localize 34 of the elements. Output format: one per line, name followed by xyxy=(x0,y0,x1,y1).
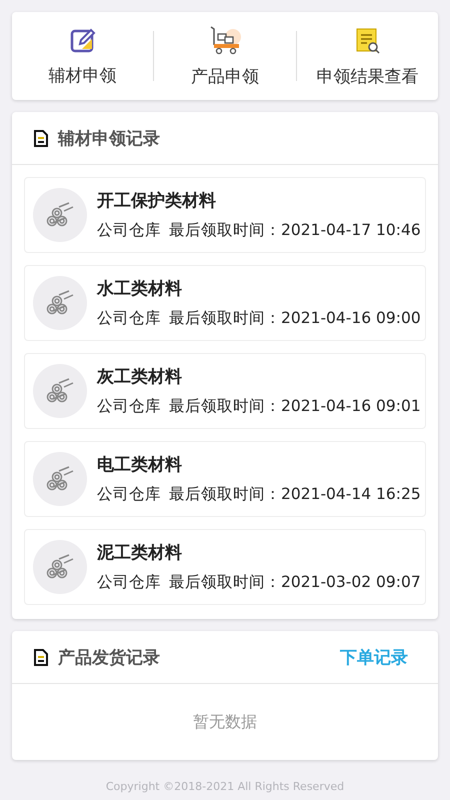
last-time-label: 最后领取时间：2021-03-02 09:07 xyxy=(169,572,421,593)
material-name: 灰工类材料 xyxy=(97,366,183,388)
record-item[interactable]: 灰工类材料 公司仓库 最后领取时间：2021-04-16 09:01 xyxy=(24,353,426,429)
material-name: 水工类材料 xyxy=(97,278,183,300)
warehouse-label: 公司仓库 xyxy=(97,572,161,593)
warehouse-label: 公司仓库 xyxy=(97,220,161,241)
section-title: 辅材申领记录 xyxy=(58,128,161,150)
last-time-label: 最后领取时间：2021-04-17 10:46 xyxy=(169,220,421,241)
material-name: 开工保护类材料 xyxy=(97,190,217,212)
record-item[interactable]: 水工类材料 公司仓库 最后领取时间：2021-04-16 09:00 xyxy=(24,265,426,341)
record-item[interactable]: 泥工类材料 公司仓库 最后领取时间：2021-03-02 09:07 xyxy=(24,529,426,605)
document-icon xyxy=(34,130,48,146)
action-button[interactable]: 产品申领 xyxy=(154,24,296,88)
copyright-text: Copyright ©2018-2021 All Rights Reserved xyxy=(104,780,346,793)
warehouse-label: 公司仓库 xyxy=(97,396,161,417)
pipes-icon xyxy=(45,201,75,229)
last-time-label: 最后领取时间：2021-04-14 16:25 xyxy=(169,484,421,505)
material-name: 电工类材料 xyxy=(97,454,183,476)
action-button[interactable]: 辅材申领 xyxy=(12,26,154,86)
document-icon xyxy=(34,648,48,666)
pipes-icon xyxy=(45,289,75,317)
empty-message: 暂无数据 xyxy=(193,712,257,732)
pipes-icon xyxy=(45,465,75,493)
warehouse-label: 公司仓库 xyxy=(97,308,161,329)
last-time-label: 最后领取时间：2021-04-16 09:01 xyxy=(169,396,421,417)
warehouse-label: 公司仓库 xyxy=(97,484,161,505)
pipes-icon xyxy=(45,553,75,581)
material-name: 泥工类材料 xyxy=(97,542,183,564)
record-item[interactable]: 电工类材料 公司仓库 最后领取时间：2021-04-14 16:25 xyxy=(24,441,426,517)
section-title: 产品发货记录 xyxy=(58,646,161,668)
pipes-icon xyxy=(45,377,75,405)
action-button[interactable]: 申领结果查看 xyxy=(296,24,438,88)
last-time-label: 最后领取时间：2021-04-16 09:00 xyxy=(169,308,421,329)
record-item[interactable]: 开工保护类材料 公司仓库 最后领取时间：2021-04-17 10:46 xyxy=(24,177,426,253)
